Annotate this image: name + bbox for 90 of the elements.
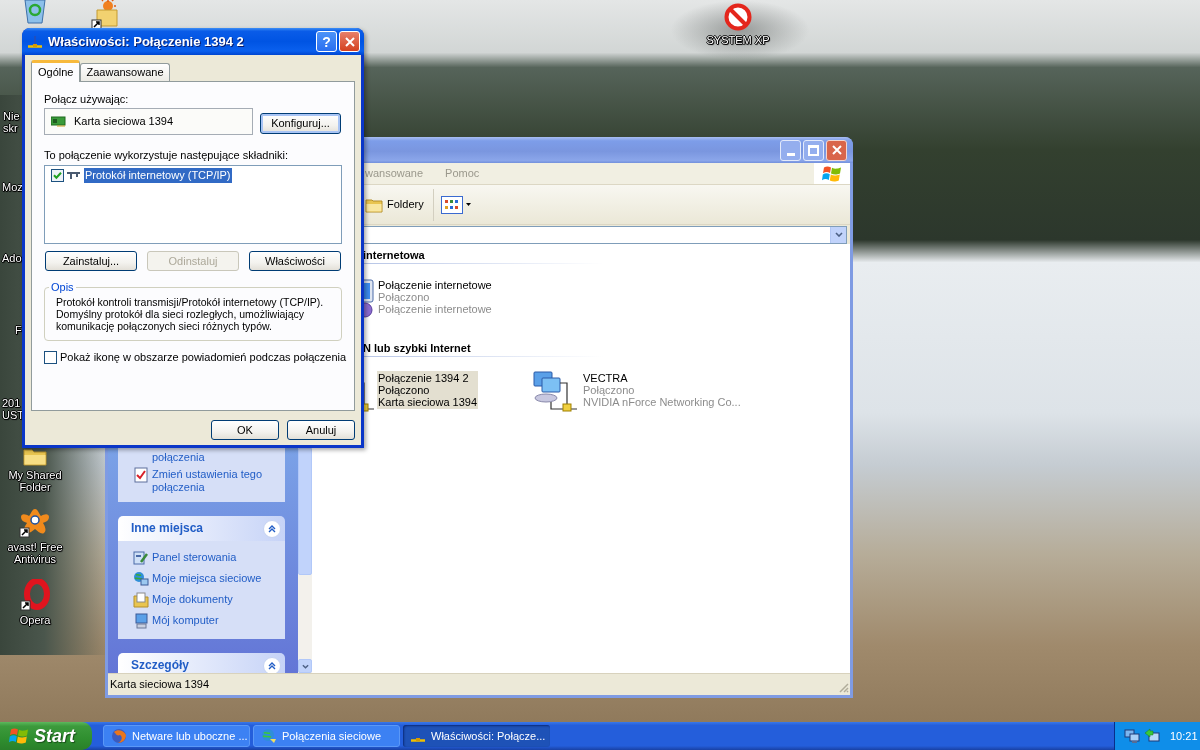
connection-item[interactable]: Połączenie internetowe Połączono Połączenie internetowe <box>377 278 493 316</box>
group-header: internetowa <box>363 249 426 262</box>
task-link[interactable]: Moje dokumenty <box>152 593 233 606</box>
resize-grip-icon[interactable] <box>837 681 849 693</box>
maximize-button[interactable] <box>803 139 824 161</box>
group-header: N lub szybki Internet <box>363 342 472 355</box>
control-panel-icon[interactable] <box>133 550 149 566</box>
status-text: Karta sieciowa 1394 <box>110 677 210 693</box>
list-item[interactable]: Protokół internetowy (TCP/IP) <box>84 167 232 183</box>
close-button[interactable] <box>826 139 847 161</box>
desktop-icon-label[interactable]: Ado <box>2 252 22 264</box>
action-button[interactable]: Zainstaluj... <box>45 251 137 271</box>
recycle-bin-icon[interactable] <box>22 0 48 24</box>
group-title: Opis <box>50 280 75 295</box>
documents-folder-icon[interactable] <box>133 592 149 608</box>
sun-folder-icon[interactable] <box>91 0 119 30</box>
checklist-icon[interactable] <box>133 467 149 483</box>
scrollbar[interactable] <box>298 448 312 673</box>
double-chevron-up-icon <box>268 524 276 533</box>
tab[interactable]: Ogólne <box>31 60 81 82</box>
network-cable-icon <box>67 170 81 180</box>
splat-icon[interactable] <box>19 506 51 538</box>
no-entry-icon[interactable] <box>724 3 752 31</box>
task-link[interactable]: Mój komputer <box>152 614 219 627</box>
task-link[interactable]: połączenia <box>152 451 205 464</box>
networked-computers-icon[interactable] <box>530 369 578 413</box>
chevron-down-icon <box>834 232 843 237</box>
help-button[interactable]: ? <box>316 31 337 52</box>
description-text: Protokół kontroli transmisji/Protokół internetowy (TCP/IP). Domyślny protokół dla sieci rozległych, umożliwiający komunikację połączonych sieci różnych typów. <box>56 295 325 332</box>
connection-icon <box>410 728 426 744</box>
close-icon <box>344 36 355 47</box>
minimize-icon <box>786 152 795 156</box>
window-title: Właściwości: Połączenie 1394 2 <box>48 32 244 51</box>
collapse-button[interactable] <box>263 656 281 673</box>
checkbox-label[interactable]: Pokaż ikonę w obszarze powiadomień podczas połączenia <box>60 349 347 366</box>
address-field[interactable] <box>363 225 847 244</box>
checkbox[interactable] <box>51 168 64 182</box>
task-link[interactable]: Zmień ustawienia tego połączenia <box>152 468 279 494</box>
configure-button[interactable]: Konfiguruj... <box>260 113 341 134</box>
desktop-icon-label[interactable]: 201 UST <box>2 397 24 421</box>
maximize-icon <box>808 144 819 156</box>
start-button[interactable]: Start <box>0 722 92 750</box>
view-grid-icon <box>440 195 463 214</box>
folder-icon[interactable] <box>23 448 47 466</box>
o-ring-icon[interactable] <box>20 579 50 611</box>
taskbar-button[interactable]: Właściwości: Połącze... <box>403 725 550 747</box>
monitor-arrow-icon[interactable] <box>1144 728 1160 744</box>
computer-icon[interactable] <box>133 613 149 629</box>
field-label: Połącz używając: <box>44 93 130 106</box>
ok-button[interactable]: OK <box>211 420 279 440</box>
caret-icon <box>465 203 471 206</box>
section-title: Inne miejsca <box>131 521 204 536</box>
adapter-name: Karta sieciowa 1394 <box>74 114 174 130</box>
dropdown-button[interactable] <box>830 226 846 243</box>
field-label: To połączenie wykorzystuje następujące składniki: <box>44 149 289 162</box>
section-title: Szczegóły <box>131 658 190 673</box>
globe-monitor-icon[interactable] <box>133 571 149 587</box>
globe-icon <box>111 728 127 744</box>
flag-logo-icon <box>814 163 850 184</box>
desktop-icon-label[interactable]: F <box>15 324 22 336</box>
collapse-button[interactable] <box>263 519 281 538</box>
desktop-icon-label[interactable]: My Shared Folder <box>8 469 62 493</box>
task-link[interactable]: Panel sterowania <box>152 551 237 564</box>
folder-icon <box>365 196 383 213</box>
clock: 10:21 <box>1170 728 1198 744</box>
connection-icon <box>27 33 43 50</box>
network-globe-icon <box>261 728 277 744</box>
action-button[interactable]: Właściwości <box>249 251 341 271</box>
network-card-icon <box>51 116 67 127</box>
scroll-down-button[interactable] <box>298 659 312 673</box>
cancel-button[interactable]: Anuluj <box>287 420 355 440</box>
double-chevron-up-icon <box>268 661 276 670</box>
two-monitors-icon[interactable] <box>1124 728 1140 744</box>
folders-button[interactable]: Foldery <box>365 188 424 221</box>
desktop-icon-label[interactable]: Nie skr <box>3 110 20 134</box>
minimize-button[interactable] <box>780 139 801 161</box>
tab[interactable]: Zaawansowane <box>80 63 170 81</box>
flag-icon <box>9 727 29 745</box>
checkbox[interactable] <box>44 350 57 364</box>
chevron-down-icon <box>301 663 309 669</box>
desktop-icon-label[interactable]: avast! Free Antivirus <box>7 541 63 565</box>
close-icon <box>831 145 842 155</box>
connection-item[interactable]: VECTRA Połączono NVIDIA nForce Networking Co... <box>582 371 742 409</box>
desktop-icon-label[interactable]: Moz <box>2 181 23 193</box>
taskbar-button[interactable]: Połączenia sieciowe <box>253 725 400 747</box>
desktop-icon-label[interactable]: Opera <box>19 614 51 626</box>
scroll-thumb[interactable] <box>298 448 312 575</box>
connection-item[interactable]: Połączenie 1394 2 Połączono Karta sieciowa 1394 <box>377 371 479 409</box>
task-link[interactable]: Moje miejsca sieciowe <box>152 572 262 585</box>
taskbar-button[interactable]: Netware lub uboczne ... <box>103 725 250 747</box>
